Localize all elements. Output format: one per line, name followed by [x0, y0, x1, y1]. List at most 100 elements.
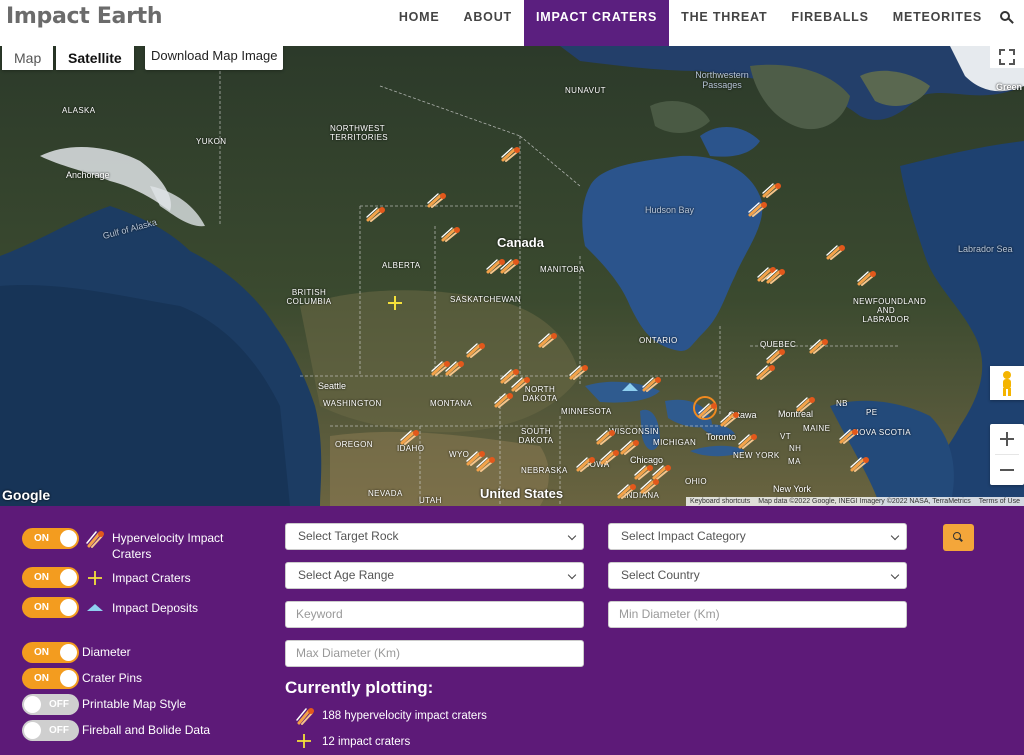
deposit-icon — [87, 604, 103, 611]
select-impact-category[interactable]: Select Impact Category — [608, 523, 907, 550]
hypervelocity-crater-marker[interactable] — [400, 429, 422, 445]
plotting-hypervelocity-count: 188 hypervelocity impact craters — [322, 710, 487, 722]
hypervelocity-crater-marker[interactable] — [466, 342, 488, 358]
min-diameter-input[interactable]: Min Diameter (Km) — [608, 601, 907, 628]
nav-the-threat[interactable]: THE THREAT — [669, 0, 779, 46]
label-crater-pins: Crater Pins — [82, 671, 143, 685]
map-attribution: Keyboard shortcuts Map data ©2022 Google… — [685, 497, 1024, 506]
toggle-diameter[interactable]: ON — [22, 642, 79, 663]
hypervelocity-crater-marker[interactable] — [366, 206, 388, 222]
map-label-saskatchewan: SASKATCHEWAN — [450, 295, 522, 304]
label-diameter: Diameter — [82, 645, 131, 659]
currently-plotting-heading: Currently plotting: — [285, 678, 434, 697]
hypervelocity-crater-marker[interactable] — [839, 428, 861, 444]
hypervelocity-crater-marker[interactable] — [596, 429, 618, 445]
filter-panel: ON Hypervelocity Impact Craters ON Impac… — [0, 506, 1024, 755]
map-label-nb: NB — [836, 399, 848, 408]
map-label-greenland: Green — [996, 82, 1023, 92]
toggle-fireball-bolide-data[interactable]: OFF — [22, 720, 79, 741]
hypervelocity-crater-marker[interactable] — [494, 392, 516, 408]
hypervelocity-crater-marker[interactable] — [762, 182, 784, 198]
zoom-controls — [990, 424, 1024, 485]
hypervelocity-crater-marker[interactable] — [640, 478, 662, 494]
map-label-pe: PE — [866, 408, 878, 417]
nav-about[interactable]: ABOUT — [452, 0, 524, 46]
nav-fireballs[interactable]: FIREBALLS — [779, 0, 880, 46]
map-data-credit: Map data ©2022 Google, INEGI Imagery ©20… — [758, 498, 971, 505]
hypervelocity-crater-marker[interactable] — [766, 348, 788, 364]
hypervelocity-crater-marker[interactable] — [738, 433, 760, 449]
legend-impact-deposits: Impact Deposits — [112, 601, 199, 615]
toggle-crater-pins[interactable]: ON — [22, 668, 79, 689]
map-label-new-york-city: New York — [773, 484, 812, 494]
satellite-map[interactable]: Map Satellite Download Map Image Canada … — [0, 46, 1024, 506]
hypervelocity-crater-marker[interactable] — [445, 360, 467, 376]
hypervelocity-crater-marker[interactable] — [620, 439, 642, 455]
map-label-south-dakota: SOUTH DAKOTA — [518, 427, 554, 445]
map-label-canada: Canada — [497, 235, 544, 250]
impact-crater-plus-marker[interactable] — [387, 295, 403, 311]
map-label-michigan: MICHIGAN — [653, 438, 697, 447]
hypervelocity-crater-marker[interactable] — [576, 456, 598, 472]
hypervelocity-crater-marker[interactable] — [511, 376, 533, 392]
select-target-rock[interactable]: Select Target Rock — [285, 523, 584, 550]
top-navbar: Impact Earth HOME ABOUT IMPACT CRATERS T… — [0, 0, 1024, 46]
map-label-nunavut: NUNAVUT — [565, 86, 606, 95]
map-label-anchorage: Anchorage — [66, 170, 110, 180]
toggle-hypervelocity-craters[interactable]: ON — [22, 528, 79, 549]
zoom-in-button[interactable] — [990, 424, 1024, 454]
meteor-icon — [86, 531, 104, 548]
meteor-icon — [296, 708, 314, 725]
search-icon[interactable] — [994, 0, 1024, 46]
map-label-ontario: ONTARIO — [639, 336, 678, 345]
hypervelocity-crater-marker[interactable] — [756, 364, 778, 380]
hypervelocity-crater-marker[interactable] — [427, 192, 449, 208]
select-country[interactable]: Select Country — [608, 562, 907, 589]
toggle-impact-deposits[interactable]: ON — [22, 597, 79, 618]
hypervelocity-crater-marker[interactable] — [857, 270, 879, 286]
map-label-bc: BRITISH COLUMBIA — [286, 288, 332, 306]
street-view-pegman-icon[interactable] — [990, 366, 1024, 400]
hypervelocity-crater-marker[interactable] — [600, 449, 622, 465]
select-age-range[interactable]: Select Age Range — [285, 562, 584, 589]
nav-impact-craters[interactable]: IMPACT CRATERS — [523, 0, 670, 46]
hypervelocity-crater-marker[interactable] — [501, 146, 523, 162]
impact-deposit-marker[interactable] — [621, 382, 639, 392]
keyboard-shortcuts-link[interactable]: Keyboard shortcuts — [690, 497, 750, 506]
fullscreen-icon[interactable] — [990, 46, 1024, 68]
hypervelocity-crater-marker[interactable] — [642, 376, 664, 392]
hypervelocity-crater-marker[interactable] — [826, 244, 848, 260]
hypervelocity-crater-marker[interactable] — [500, 258, 522, 274]
hypervelocity-crater-marker[interactable] — [720, 411, 742, 427]
hypervelocity-crater-marker[interactable] — [748, 201, 770, 217]
map-label-nw-passages: Northwestern Passages — [695, 70, 749, 90]
main-nav: HOME ABOUT IMPACT CRATERS THE THREAT FIR… — [387, 0, 1024, 46]
hypervelocity-crater-marker[interactable] — [476, 456, 498, 472]
site-logo[interactable]: Impact Earth — [6, 4, 163, 29]
zoom-out-button[interactable] — [990, 455, 1024, 485]
plus-icon — [297, 734, 311, 748]
hypervelocity-crater-marker[interactable] — [538, 332, 560, 348]
hypervelocity-crater-marker[interactable] — [766, 268, 788, 284]
hypervelocity-crater-marker[interactable] — [698, 402, 720, 418]
map-label-new-york-state: NEW YORK — [733, 451, 780, 460]
map-type-satellite-button[interactable]: Satellite — [56, 46, 134, 70]
nav-meteorites[interactable]: METEORITES — [881, 0, 994, 46]
toggle-printable-map-style[interactable]: OFF — [22, 694, 79, 715]
hypervelocity-crater-marker[interactable] — [441, 226, 463, 242]
map-label-ohio: OHIO — [685, 477, 708, 486]
keyword-input[interactable]: Keyword — [285, 601, 584, 628]
nav-home[interactable]: HOME — [387, 0, 452, 46]
hypervelocity-crater-marker[interactable] — [796, 396, 818, 412]
terms-of-use-link[interactable]: Terms of Use — [979, 497, 1020, 506]
toggle-impact-craters[interactable]: ON — [22, 567, 79, 588]
map-type-map-button[interactable]: Map — [2, 46, 54, 70]
hypervelocity-crater-marker[interactable] — [569, 364, 591, 380]
filter-search-button[interactable] — [943, 524, 974, 551]
download-map-image-button[interactable]: Download Map Image — [145, 46, 284, 70]
hypervelocity-crater-marker[interactable] — [809, 338, 831, 354]
hypervelocity-crater-marker[interactable] — [850, 456, 872, 472]
max-diameter-input[interactable]: Max Diameter (Km) — [285, 640, 584, 667]
hypervelocity-crater-marker[interactable] — [617, 483, 639, 499]
map-label-alberta: ALBERTA — [382, 261, 421, 270]
